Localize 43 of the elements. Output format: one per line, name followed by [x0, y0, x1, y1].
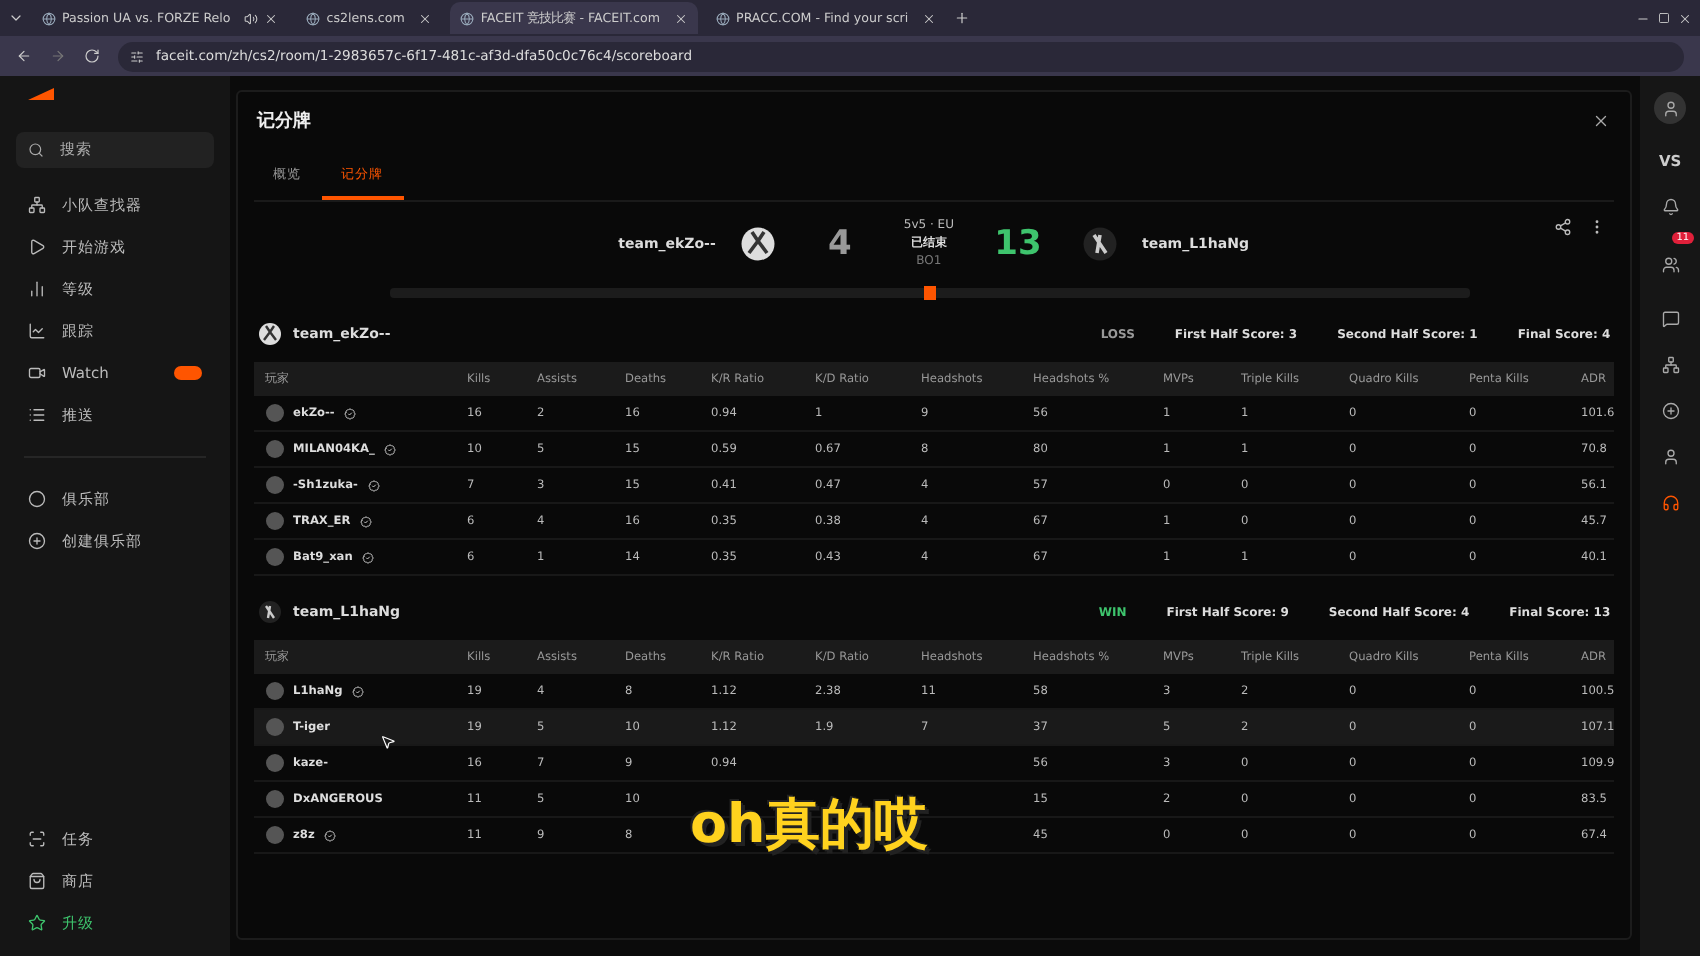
close-icon[interactable] — [1592, 112, 1611, 130]
headphones-icon[interactable] — [1661, 494, 1680, 512]
site-icon — [460, 11, 475, 25]
team-logo-icon — [257, 322, 282, 346]
bell-icon[interactable] — [1661, 198, 1680, 216]
avatar-icon[interactable] — [1654, 92, 1687, 124]
team-score: 13 — [992, 223, 1044, 263]
create-icon — [28, 532, 46, 550]
user-icon[interactable] — [1661, 448, 1680, 466]
feed-icon — [28, 406, 46, 424]
modal-title: 记分牌 — [257, 109, 312, 134]
cursor-icon — [379, 734, 396, 750]
site-icon — [306, 11, 321, 25]
chat-icon[interactable] — [1661, 310, 1680, 328]
search-icon — [28, 142, 44, 158]
ranking-icon — [28, 280, 46, 298]
close-icon[interactable] — [674, 11, 689, 25]
shop-icon — [28, 872, 46, 890]
reload-icon[interactable] — [84, 48, 100, 64]
site-icon — [42, 11, 56, 25]
close-icon[interactable] — [922, 11, 937, 25]
plus-icon[interactable] — [1661, 402, 1680, 420]
team-logo-icon — [257, 600, 282, 624]
watch-icon — [28, 364, 46, 382]
share-icon[interactable] — [1554, 218, 1573, 236]
site-icon — [716, 11, 731, 25]
team-logo-icon — [739, 225, 776, 261]
team-score: 4 — [825, 223, 854, 263]
track-icon — [28, 322, 46, 340]
team-logo-icon — [1081, 225, 1118, 261]
friends-icon[interactable] — [1661, 256, 1680, 274]
tab-list-icon[interactable] — [8, 10, 24, 26]
close-icon[interactable] — [264, 11, 279, 25]
upgrade-icon — [28, 914, 46, 932]
back-icon[interactable] — [16, 48, 32, 64]
maximize-icon[interactable] — [1658, 12, 1670, 24]
close-icon[interactable] — [1678, 11, 1692, 25]
club-icon — [28, 490, 46, 508]
close-icon[interactable] — [418, 11, 433, 25]
play-icon — [28, 238, 46, 256]
speaker-icon[interactable] — [244, 11, 259, 25]
new-tab-icon[interactable] — [954, 10, 971, 26]
site-settings-icon — [130, 49, 144, 63]
